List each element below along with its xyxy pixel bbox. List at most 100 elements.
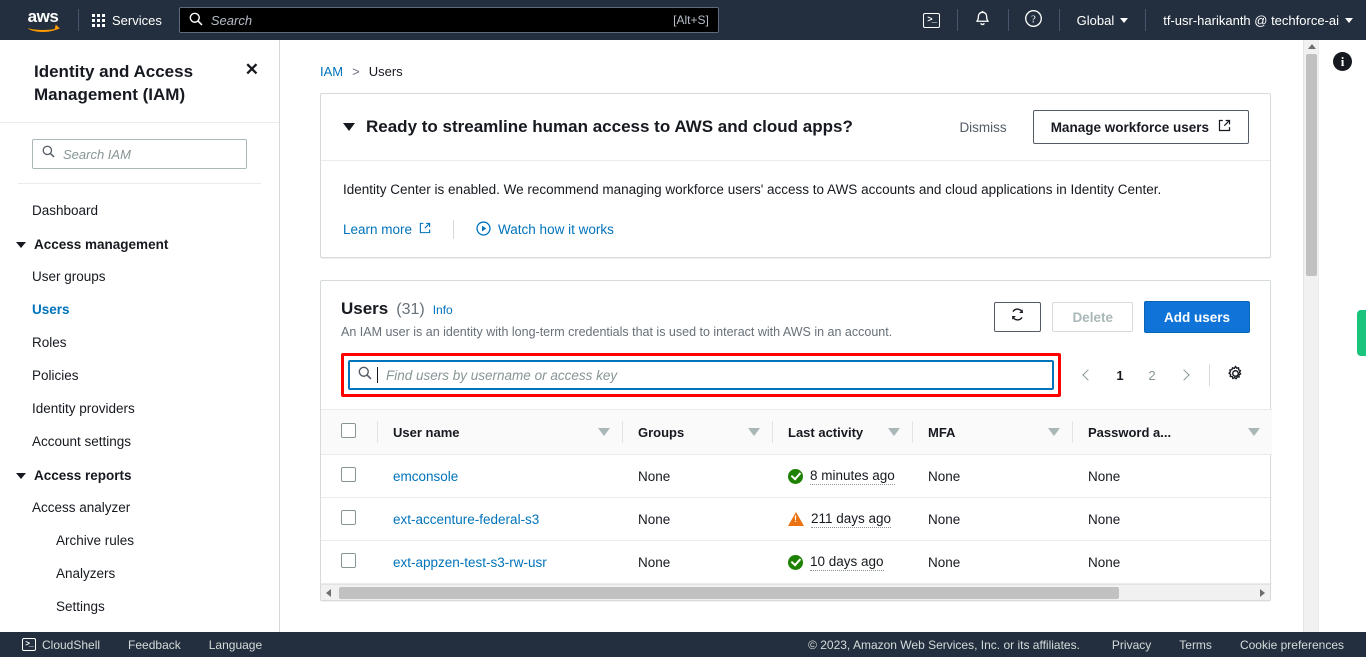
sidebar-item-label: Identity providers [32, 401, 135, 416]
sidebar-item-roles[interactable]: Roles [0, 326, 279, 359]
watch-how-it-works-link[interactable]: Watch how it works [476, 220, 614, 239]
user-link[interactable]: ext-appzen-test-s3-rw-usr [393, 555, 547, 570]
status-ok-icon [788, 554, 803, 570]
global-search-input[interactable]: Search [Alt+S] [178, 7, 719, 33]
sidebar-item-label: Roles [32, 335, 67, 350]
info-circle-icon[interactable]: i [1333, 52, 1352, 71]
user-link[interactable]: emconsole [393, 469, 458, 484]
sidebar-item-analyzers[interactable]: Analyzers [0, 557, 279, 590]
terms-link[interactable]: Terms [1165, 632, 1226, 657]
row-checkbox[interactable] [341, 553, 356, 568]
chevron-down-icon [1345, 17, 1353, 23]
banner-header: Ready to streamline human access to AWS … [321, 94, 1270, 161]
sidebar-item-label: Analyzers [56, 566, 116, 581]
table-settings-button[interactable] [1220, 360, 1250, 390]
mfa-value: None [928, 468, 961, 484]
cell-last-activity: 211 days ago [772, 497, 912, 541]
users-description: An IAM user is an identity with long-ter… [341, 325, 893, 339]
gear-icon [1227, 365, 1244, 385]
sort-user-name-icon[interactable] [598, 428, 610, 436]
breadcrumb-iam-link[interactable]: IAM [320, 64, 343, 79]
terminal-icon: >_ [22, 638, 36, 651]
sort-password-age-icon[interactable] [1248, 428, 1260, 436]
delete-button[interactable]: Delete [1052, 302, 1133, 332]
footer-language-button[interactable]: Language [195, 632, 276, 657]
refresh-button[interactable] [994, 302, 1042, 332]
scroll-up-arrow-icon[interactable] [1308, 44, 1316, 49]
cell-groups: None [622, 540, 772, 584]
pagination-page-1[interactable]: 1 [1105, 360, 1135, 390]
sidebar-item-user-groups[interactable]: User groups [0, 260, 279, 293]
cell-groups: None [622, 497, 772, 541]
triangle-down-icon [16, 472, 26, 479]
groups-value: None [638, 468, 671, 484]
feedback-tab[interactable] [1357, 310, 1366, 356]
notifications-button[interactable] [962, 0, 1004, 40]
account-menu[interactable]: tf-usr-harikanth @ techforce-ai [1150, 0, 1366, 40]
language-label: Language [208, 637, 263, 652]
row-checkbox[interactable] [341, 467, 356, 482]
scroll-right-arrow-icon[interactable] [1260, 588, 1265, 597]
pagination-page-2[interactable]: 2 [1137, 360, 1167, 390]
chevron-right-icon [1178, 369, 1190, 381]
close-icon[interactable]: ✕ [245, 60, 259, 80]
search-icon [358, 366, 372, 385]
cookie-preferences-link[interactable]: Cookie preferences [1226, 632, 1358, 657]
sidebar-item-label: User groups [32, 269, 106, 284]
users-search-input[interactable]: Find users by username or access key [348, 360, 1054, 390]
footer-feedback-button[interactable]: Feedback [114, 632, 195, 657]
row-checkbox[interactable] [341, 510, 356, 525]
pagination-prev-button[interactable] [1073, 360, 1103, 390]
select-all-checkbox[interactable] [341, 423, 356, 438]
sidebar-item-settings[interactable]: Settings [0, 590, 279, 623]
activity-wrapper: 8 minutes ago [788, 468, 912, 485]
cell-mfa: None [912, 497, 1072, 541]
sidebar-item-users[interactable]: Users [0, 293, 279, 326]
info-link[interactable]: Info [433, 303, 453, 317]
cell-last-activity: 8 minutes ago [772, 454, 912, 498]
add-users-button[interactable]: Add users [1143, 301, 1250, 333]
sidebar-item-archive-rules[interactable]: Archive rules [0, 524, 279, 557]
aws-logo[interactable]: aws [12, 8, 74, 32]
sort-groups-icon[interactable] [748, 428, 760, 436]
horizontal-scroll-thumb[interactable] [339, 586, 1119, 599]
sidebar-group-access-reports[interactable]: Access reports [0, 458, 279, 491]
dismiss-button[interactable]: Dismiss [947, 113, 1018, 142]
row-select-cell [321, 497, 377, 541]
scroll-left-arrow-icon[interactable] [326, 588, 331, 597]
footer-right-group: © 2023, Amazon Web Services, Inc. or its… [790, 632, 1366, 657]
region-selector[interactable]: Global [1064, 0, 1142, 40]
sidebar-item-access-analyzer[interactable]: Access analyzer [0, 491, 279, 524]
breadcrumb: IAM > Users [281, 40, 1318, 93]
sidebar-item-identity-providers[interactable]: Identity providers [0, 392, 279, 425]
sort-last-activity-icon[interactable] [888, 428, 900, 436]
triangle-down-icon[interactable] [343, 123, 355, 131]
pagination-next-button[interactable] [1169, 360, 1199, 390]
vertical-scroll-thumb[interactable] [1306, 54, 1317, 276]
manage-workforce-users-button[interactable]: Manage workforce users [1032, 110, 1249, 144]
sort-mfa-icon[interactable] [1048, 428, 1060, 436]
search-icon [189, 12, 203, 29]
learn-more-link[interactable]: Learn more [343, 222, 431, 237]
page-vertical-scrollbar[interactable] [1303, 40, 1318, 632]
groups-value: None [638, 554, 671, 570]
user-link[interactable]: ext-accenture-federal-s3 [393, 512, 539, 527]
cloudshell-launch-button[interactable]: >_ [911, 0, 953, 40]
services-menu-button[interactable]: Services [83, 7, 171, 34]
sidebar-search-input[interactable]: Search IAM [32, 139, 247, 169]
table-row[interactable]: ext-accenture-federal-s3 None 211 days a… [321, 497, 1272, 541]
footer-cloudshell-button[interactable]: >_ CloudShell [8, 632, 114, 657]
sidebar-item-policies[interactable]: Policies [0, 359, 279, 392]
sidebar-item-dashboard[interactable]: Dashboard [0, 194, 279, 227]
privacy-link[interactable]: Privacy [1098, 632, 1165, 657]
table-row[interactable]: emconsole None 8 minutes ago None None [321, 454, 1272, 498]
sidebar-group-access-management[interactable]: Access management [0, 227, 279, 260]
cell-user-name: ext-appzen-test-s3-rw-usr [377, 540, 622, 584]
activity-wrapper: 10 days ago [788, 554, 912, 571]
sidebar-item-account-settings[interactable]: Account settings [0, 425, 279, 458]
sidebar-item-label: Dashboard [32, 203, 99, 218]
table-row[interactable]: ext-appzen-test-s3-rw-usr None 10 days a… [321, 540, 1272, 584]
help-button[interactable]: ? [1013, 0, 1055, 40]
table-horizontal-scrollbar[interactable] [321, 584, 1270, 600]
chevron-down-icon [1120, 17, 1129, 23]
